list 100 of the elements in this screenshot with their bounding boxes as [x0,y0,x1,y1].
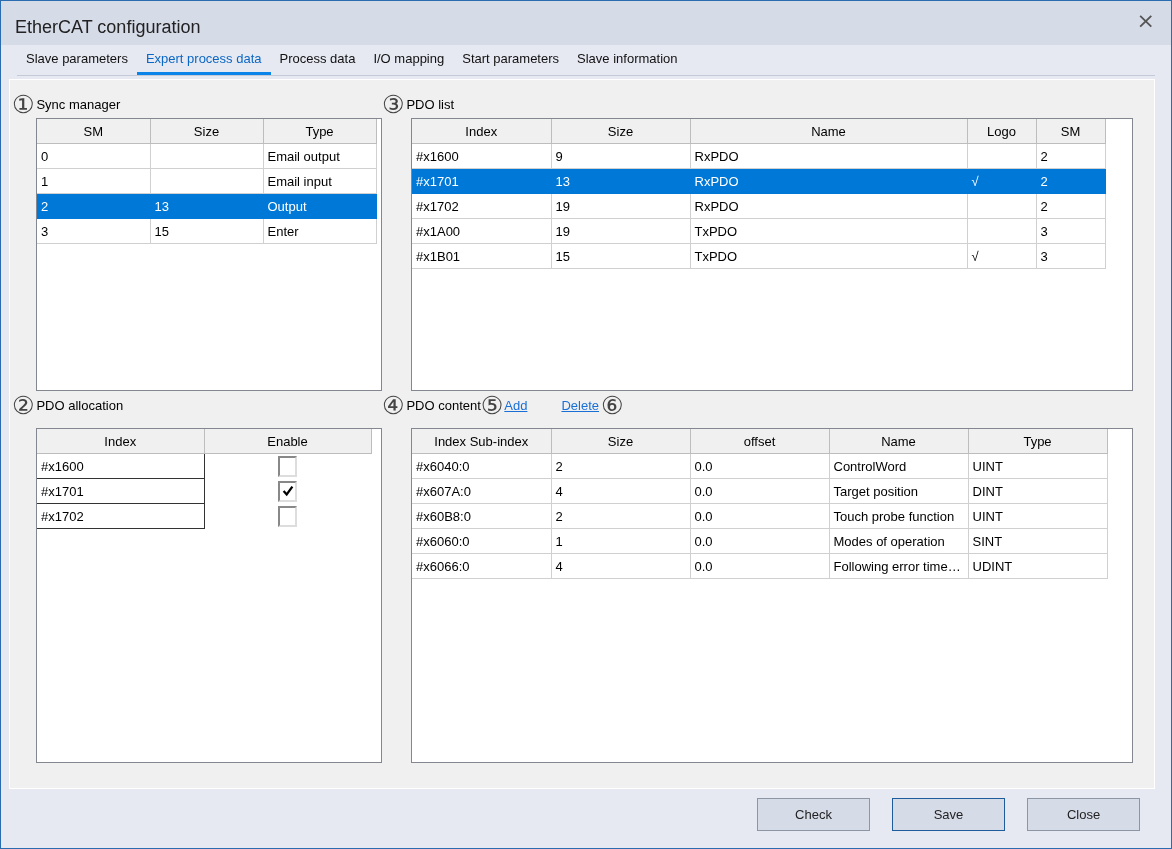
table-cell: #x1B01 [416,248,461,264]
table-row[interactable]: 0 Email output [37,143,376,169]
table-cell: 15 [555,248,570,264]
table-cell: 13 [154,198,169,214]
tab[interactable]: Process data [270,45,365,75]
delete-link[interactable]: Delete [561,397,599,413]
table-cell: RxPDO [694,198,739,214]
table-cell: #x1702 [416,198,459,214]
table-row[interactable]: 2 13 Output [37,193,376,219]
tab[interactable]: Expert process data [136,45,271,75]
dialog-button[interactable]: Save [892,798,1005,831]
table-cell: #x6040:0 [416,458,470,474]
table-cell: UINT [972,508,1003,524]
table-cell: UDINT [972,558,1013,574]
table-cell: 13 [555,173,570,189]
column-header[interactable]: Size [551,119,690,144]
table-cell: 19 [555,198,570,214]
table-cell: Touch probe function [833,508,955,524]
checkbox[interactable] [278,505,298,527]
table-row[interactable]: #x6060:0 1 0.0 Modes of operation SINT [412,528,1107,554]
table-row[interactable]: 1 Email input [37,168,376,194]
column-header[interactable]: Type [263,119,376,144]
table-row[interactable]: #x6040:0 2 0.0 ControlWord UINT [412,453,1107,479]
table-cell: √ [971,248,979,264]
table-cell: Output [267,198,307,214]
table-cell: 1 [555,533,563,549]
column-header[interactable]: Index Sub-index [412,429,551,454]
close-button[interactable]: × [1132,7,1159,33]
tab[interactable]: I/O mapping [364,45,454,75]
checkmark-icon [280,484,295,498]
table-cell: 9 [555,148,563,164]
table-cell: 2 [1040,173,1048,189]
section-label: PDO content [406,397,481,413]
table-row[interactable]: #x1702 19 RxPDO 2 [412,193,1105,219]
table-cell: Email output [267,148,340,164]
column-header[interactable]: SM [1036,119,1105,144]
column-header[interactable]: Type [968,429,1107,454]
table-cell: 0.0 [694,508,713,524]
column-header[interactable]: SM [37,119,150,144]
column-header[interactable]: Size [551,429,690,454]
table-cell: Enter [267,223,299,239]
tab[interactable]: Slave information [568,45,687,75]
column-header[interactable]: Logo [967,119,1036,144]
tab[interactable]: Slave parameters [17,45,137,75]
step-marker: ⑥ [601,392,624,418]
table-cell: Following error time… [833,558,961,574]
checkbox[interactable] [278,480,298,502]
table-cell: √ [971,173,979,189]
table-row[interactable]: #x1A00 19 TxPDO 3 [412,218,1105,244]
table-cell: 2 [1040,148,1048,164]
table-row[interactable]: #x6066:0 4 0.0 Following error time… UDINT [412,553,1107,579]
column-header[interactable]: Index [37,429,204,454]
table-cell: #x607A:0 [416,483,471,499]
dialog-button[interactable]: Close [1027,798,1140,831]
table-cell: Target position [833,483,919,499]
table-row[interactable]: #x607A:0 4 0.0 Target position DINT [412,478,1107,504]
table-row[interactable]: #x1600 9 RxPDO 2 [412,143,1105,169]
step-marker: ④ [382,392,405,418]
table-cell: #x6066:0 [416,558,470,574]
table-cell: DINT [972,483,1003,499]
table-cell: #x1600 [41,458,84,474]
table-cell: #x1A00 [416,223,461,239]
column-header[interactable]: offset [690,429,829,454]
column-header[interactable]: Name [829,429,968,454]
checkbox[interactable] [278,455,298,477]
table-cell: ControlWord [833,458,907,474]
table-cell: 2 [555,458,563,474]
table-cell: 2 [1040,198,1048,214]
table-cell: #x1600 [416,148,459,164]
table-cell: 0.0 [694,458,713,474]
add-link[interactable]: Add [504,397,528,413]
table-cell: Modes of operation [833,533,945,549]
step-marker: ⑤ [480,392,504,418]
column-header[interactable]: Name [690,119,967,144]
step-marker: ③ [382,91,405,117]
section-label: PDO allocation [36,397,124,413]
table-row[interactable]: #x1701 13 RxPDO √ 2 [412,168,1105,194]
table-cell: TxPDO [694,248,738,264]
table-row[interactable]: #x1B01 15 TxPDO √ 3 [412,243,1105,269]
table-cell: RxPDO [694,148,739,164]
tab[interactable]: Start parameters [453,45,569,75]
dialog-button[interactable]: Check [757,798,870,831]
step-marker: ② [12,392,35,418]
section-label: Sync manager [36,96,121,112]
table-cell: #x6060:0 [416,533,470,549]
table-cell: 3 [1040,223,1048,239]
table-cell: 4 [555,483,563,499]
table-row[interactable]: #x60B8:0 2 0.0 Touch probe function UINT [412,503,1107,529]
table-cell: 3 [41,223,49,239]
column-header[interactable]: Enable [204,429,371,454]
table-cell: 3 [1040,248,1048,264]
table-row[interactable]: 3 15 Enter [37,218,376,244]
table-cell: 2 [555,508,563,524]
table-cell: 19 [555,223,570,239]
column-header[interactable]: Index [412,119,551,144]
table-cell: #x1701 [416,173,459,189]
table-cell: 0.0 [694,558,713,574]
section-label: PDO list [406,96,455,112]
step-marker: ① [12,91,35,117]
column-header[interactable]: Size [150,119,263,144]
